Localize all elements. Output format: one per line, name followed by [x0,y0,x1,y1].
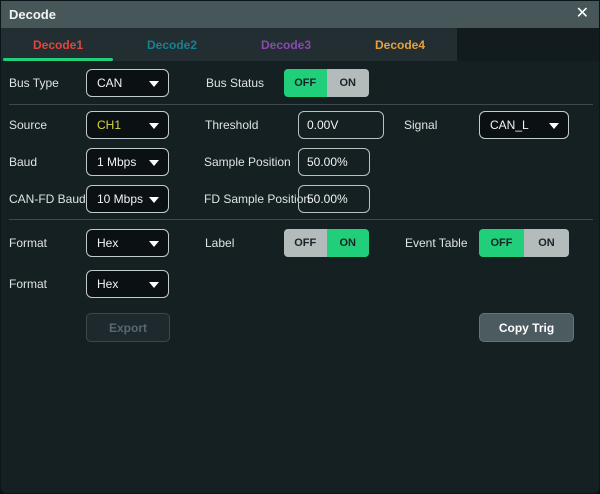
threshold-input[interactable] [298,111,384,139]
format2-value: Hex [97,277,118,291]
title-bar: Decode ✕ [1,1,600,28]
chevron-down-icon [149,241,159,247]
source-value: CH1 [97,118,121,132]
tab-group: Decode1 Decode2 Decode3 Decode4 [1,28,457,61]
format-value: Hex [97,236,118,250]
bus-status-label: Bus Status [206,69,264,97]
chevron-down-icon [149,123,159,129]
tab-decode2[interactable]: Decode2 [115,28,229,61]
tab-decode3[interactable]: Decode3 [229,28,343,61]
signal-label: Signal [404,111,437,139]
format-label: Format [9,229,47,257]
bus-status-off[interactable]: OFF [284,69,327,97]
chevron-down-icon [149,81,159,87]
sample-position-label: Sample Position [204,148,291,176]
bus-status-on[interactable]: ON [327,69,370,97]
divider [9,219,593,220]
bus-type-value: CAN [97,76,122,90]
source-dropdown[interactable]: CH1 [86,111,169,139]
chevron-down-icon [149,160,159,166]
format-dropdown[interactable]: Hex [86,229,169,257]
label-on[interactable]: ON [327,229,370,257]
event-table-on[interactable]: ON [524,229,569,257]
chevron-down-icon [149,197,159,203]
signal-value: CAN_L [490,118,529,132]
bus-type-label: Bus Type [9,69,59,97]
copy-trig-button[interactable]: Copy Trig [479,313,574,342]
canfd-baud-dropdown[interactable]: 10 Mbps [86,185,169,213]
dialog-title: Decode [9,1,56,28]
threshold-label: Threshold [205,111,258,139]
fd-sample-position-label: FD Sample Position [204,185,310,213]
baud-value: 1 Mbps [97,155,136,169]
event-table-off[interactable]: OFF [479,229,524,257]
event-table-toggle[interactable]: OFF ON [479,229,569,257]
tab-decode1[interactable]: Decode1 [1,28,115,61]
baud-dropdown[interactable]: 1 Mbps [86,148,169,176]
bus-type-dropdown[interactable]: CAN [86,69,169,97]
sample-position-input[interactable] [298,148,370,176]
tab-decode4[interactable]: Decode4 [343,28,457,61]
close-icon[interactable]: ✕ [576,1,589,27]
fd-sample-position-input[interactable] [298,185,370,213]
export-button[interactable]: Export [86,313,170,342]
canfd-baud-label: CAN-FD Baud [9,185,86,213]
bus-status-toggle[interactable]: OFF ON [284,69,369,97]
format2-dropdown[interactable]: Hex [86,270,169,298]
label-toggle-label: Label [205,229,234,257]
divider [9,104,593,105]
chevron-down-icon [549,123,559,129]
event-table-label: Event Table [405,229,468,257]
label-off[interactable]: OFF [284,229,327,257]
canfd-baud-value: 10 Mbps [97,192,143,206]
signal-dropdown[interactable]: CAN_L [479,111,569,139]
baud-label: Baud [9,148,37,176]
tab-strip: Decode1 Decode2 Decode3 Decode4 [1,28,600,61]
format2-label: Format [9,270,47,298]
source-label: Source [9,111,47,139]
decode-dialog: Decode ✕ Decode1 Decode2 Decode3 Decode4… [0,0,600,494]
chevron-down-icon [149,282,159,288]
label-toggle[interactable]: OFF ON [284,229,369,257]
